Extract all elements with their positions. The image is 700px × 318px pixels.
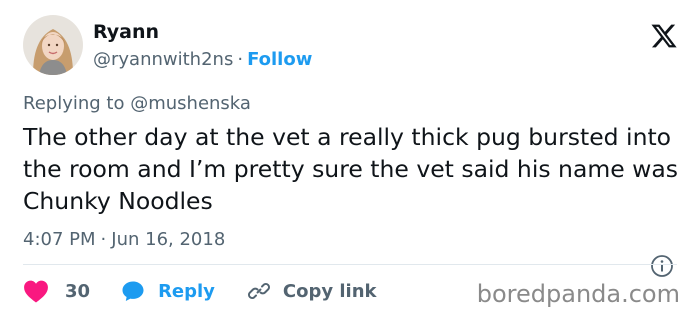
avatar[interactable] [23,15,83,75]
replying-to: Replying to @mushenska [23,92,251,116]
like-button[interactable]: 30 [23,279,90,303]
link-icon [247,279,271,303]
author-handle-line: @ryannwith2ns · Follow [93,48,312,72]
reply-label: Reply [158,280,215,302]
divider [23,264,677,265]
reply-button[interactable]: Reply [120,279,215,303]
author-name[interactable]: Ryann [93,20,159,44]
tweet-date: Jun 16, 2018 [111,229,226,250]
watermark: boredpanda.com [476,280,680,308]
replying-to-prefix: Replying to [23,93,125,114]
info-icon[interactable] [650,254,674,278]
avatar-image [23,15,83,75]
tweet-timestamp[interactable]: 4:07 PM · Jun 16, 2018 [23,228,225,252]
follow-button[interactable]: Follow [247,49,312,70]
reply-bubble-icon [120,279,146,303]
timestamp-separator: · [100,229,107,250]
like-count: 30 [65,280,91,302]
replying-to-mention[interactable]: @mushenska [130,93,251,114]
tweet-text: The other day at the vet a really thick … [23,123,679,215]
action-bar: 30 Reply Copy link [23,277,377,305]
heart-icon [23,279,49,303]
x-logo-icon[interactable] [650,22,678,50]
copy-link-button[interactable]: Copy link [247,279,377,303]
tweet-time: 4:07 PM [23,229,96,250]
handle-separator: · [237,49,244,70]
copy-link-label: Copy link [282,280,377,302]
author-handle[interactable]: @ryannwith2ns [93,49,233,70]
